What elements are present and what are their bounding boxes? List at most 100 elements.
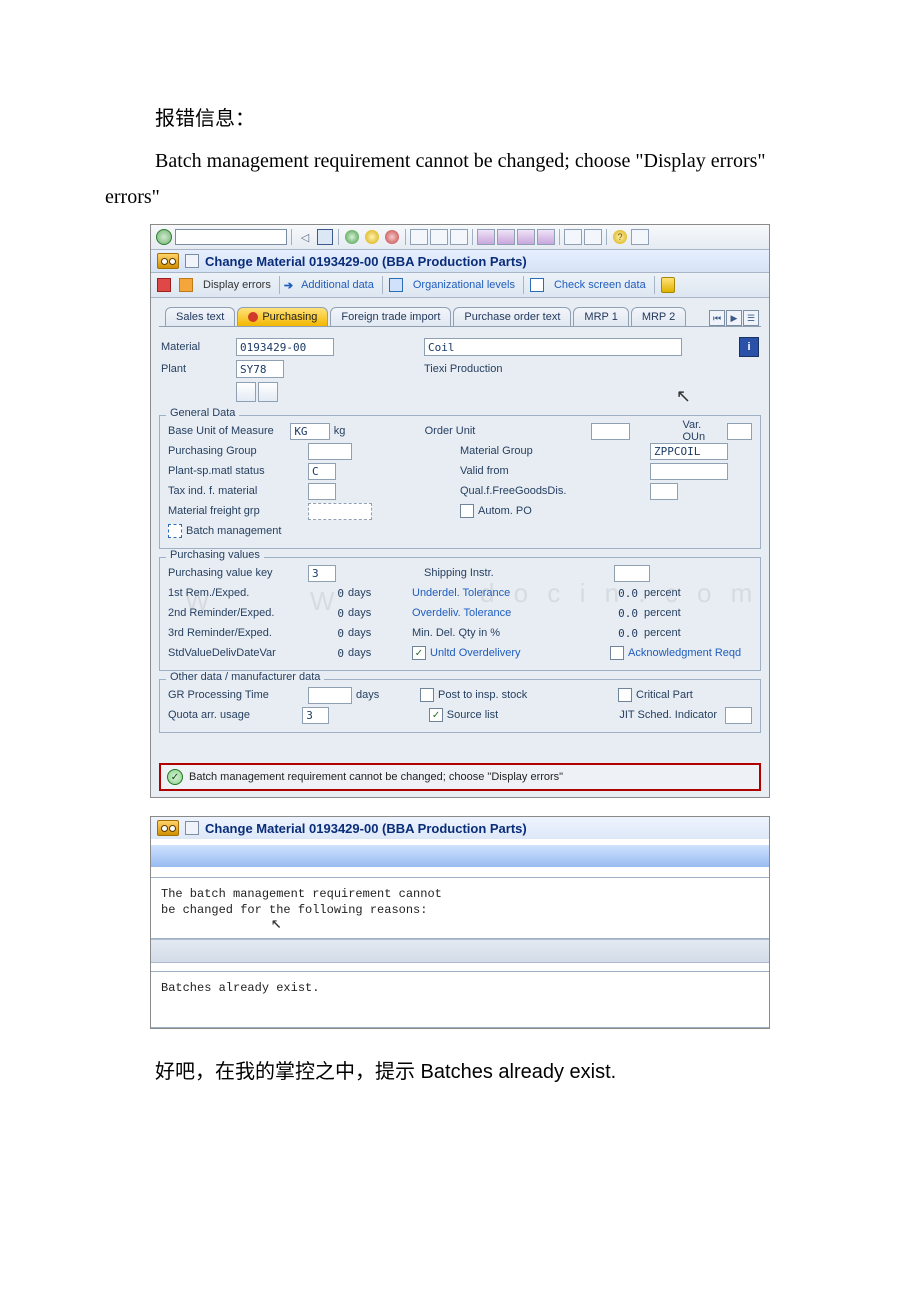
- cursor-icon: ↖: [676, 386, 691, 407]
- rem1-days: days: [344, 587, 392, 599]
- additional-data-button[interactable]: Additional data: [297, 279, 378, 291]
- tax-ind-field[interactable]: [308, 483, 336, 500]
- rem2-days: days: [344, 607, 392, 619]
- next-page-icon[interactable]: [517, 228, 535, 246]
- material-desc-field[interactable]: Coil: [424, 338, 682, 356]
- rem3-field: 0: [308, 627, 344, 640]
- quota-field[interactable]: 3: [302, 707, 329, 724]
- sap-screenshot-2: Change Material 0193429-00 (BBA Producti…: [150, 816, 770, 1029]
- prev-page-icon[interactable]: [497, 228, 515, 246]
- check-screen-button[interactable]: Check screen data: [550, 279, 650, 291]
- tab-mrp2[interactable]: MRP 2: [631, 307, 686, 326]
- gray-divider: [151, 939, 769, 963]
- other-data-group: Other data / manufacturer data GR Proces…: [159, 679, 761, 733]
- var-oun-field[interactable]: [727, 423, 752, 440]
- display-change-icon-2[interactable]: [157, 820, 179, 836]
- source-list-label: Source list: [443, 709, 620, 721]
- revision-level-icon[interactable]: [236, 382, 256, 402]
- print-icon[interactable]: [410, 228, 428, 246]
- qual-free-label: Qual.f.FreeGoodsDis.: [460, 485, 650, 497]
- qual-free-field[interactable]: [650, 483, 678, 500]
- gr-time-field[interactable]: [308, 687, 352, 704]
- tab-list-icon[interactable]: ☰: [743, 310, 759, 326]
- over-tol-label[interactable]: Overdeliv. Tolerance: [412, 607, 602, 619]
- check-screen-icon[interactable]: [528, 276, 546, 294]
- tab-strip: Sales text Purchasing Foreign trade impo…: [159, 304, 761, 327]
- quota-label: Quota arr. usage: [168, 709, 302, 721]
- order-unit-label: Order Unit: [425, 425, 591, 437]
- lock-icon[interactable]: [659, 276, 677, 294]
- general-data-legend: General Data: [166, 407, 239, 419]
- first-page-icon[interactable]: [477, 228, 495, 246]
- command-field[interactable]: [175, 229, 287, 245]
- layout-icon[interactable]: [584, 228, 602, 246]
- post-insp-checkbox[interactable]: [420, 688, 434, 702]
- tab-scroll-right-icon[interactable]: ▶: [726, 310, 742, 326]
- error-line-1: The batch management requirement cannot: [161, 886, 759, 902]
- save-icon[interactable]: [316, 228, 334, 246]
- cancel-sphere-icon[interactable]: [383, 228, 401, 246]
- find-icon[interactable]: [430, 228, 448, 246]
- info-icon[interactable]: i: [739, 337, 759, 357]
- tab-mrp1[interactable]: MRP 1: [573, 307, 628, 326]
- purch-group-field[interactable]: [308, 443, 352, 460]
- autom-po-checkbox[interactable]: [460, 504, 474, 518]
- org-levels-button[interactable]: Organizational levels: [409, 279, 519, 291]
- material-label: Material: [161, 341, 236, 353]
- purchasing-values-group: Purchasing values W W d o c i n . c o m …: [159, 557, 761, 671]
- error-line-3: Batches already exist.: [161, 980, 759, 996]
- mat-freight-label: Material freight grp: [168, 505, 308, 517]
- rem1-label: 1st Rem./Exped.: [168, 587, 308, 599]
- new-session-icon[interactable]: [564, 228, 582, 246]
- check-icon[interactable]: [155, 228, 173, 246]
- sap-window-title: Change Material 0193429-00 (BBA Producti…: [205, 254, 527, 269]
- mat-group-field[interactable]: ZPPCOIL: [650, 443, 728, 460]
- batch-mgmt-checkbox[interactable]: [168, 524, 182, 538]
- tab-sales-text[interactable]: Sales text: [165, 307, 235, 326]
- source-list-checkbox[interactable]: [429, 708, 443, 722]
- title-side-icon[interactable]: [185, 254, 199, 268]
- back-sphere-icon[interactable]: [343, 228, 361, 246]
- plant-field[interactable]: SY78: [236, 360, 284, 378]
- material-field[interactable]: 0193429-00: [236, 338, 334, 356]
- tab-foreign-trade[interactable]: Foreign trade import: [330, 307, 451, 326]
- back-icon[interactable]: ◁: [296, 228, 314, 246]
- exit-sphere-icon[interactable]: [363, 228, 381, 246]
- post-insp-label: Post to insp. stock: [434, 689, 618, 701]
- display-change-icon[interactable]: [157, 253, 179, 269]
- find-next-icon[interactable]: [450, 228, 468, 246]
- pvk-field[interactable]: 3: [308, 565, 336, 582]
- document-icon[interactable]: [258, 382, 278, 402]
- bum-field[interactable]: KG: [290, 423, 329, 440]
- title-side-icon-2[interactable]: [185, 821, 199, 835]
- last-page-icon[interactable]: [537, 228, 555, 246]
- unltd-overdel-checkbox[interactable]: [412, 646, 426, 660]
- valid-from-field[interactable]: [650, 463, 728, 480]
- ack-reqd-checkbox[interactable]: [610, 646, 624, 660]
- display-errors-button[interactable]: Display errors: [199, 279, 275, 291]
- critical-part-label: Critical Part: [632, 689, 693, 701]
- error-text-pane-2: Batches already exist.: [151, 971, 769, 1027]
- display-errors-icon[interactable]: [177, 276, 195, 294]
- mat-freight-field[interactable]: [308, 503, 372, 520]
- plant-status-field[interactable]: C: [308, 463, 336, 480]
- tab-po-text[interactable]: Purchase order text: [453, 307, 571, 326]
- ship-instr-field[interactable]: [614, 565, 650, 582]
- help-icon[interactable]: ?: [611, 228, 629, 246]
- tab-purchasing[interactable]: Purchasing: [237, 307, 328, 326]
- other-material-icon[interactable]: [155, 276, 173, 294]
- sap-window-title-2: Change Material 0193429-00 (BBA Producti…: [205, 821, 527, 836]
- under-tol-label[interactable]: Underdel. Tolerance: [412, 587, 602, 599]
- tab-scroll-first-icon[interactable]: ⏮: [709, 310, 725, 326]
- critical-part-checkbox[interactable]: [618, 688, 632, 702]
- gr-time-days: days: [352, 689, 400, 701]
- doc-error-paragraph-word: errors": [105, 178, 815, 216]
- org-levels-icon[interactable]: [387, 276, 405, 294]
- customize-icon[interactable]: [631, 228, 649, 246]
- min-qty-value: 0.0: [602, 627, 638, 640]
- header-block: Material 0193429-00 Coil i Plant SY78 Ti…: [159, 327, 761, 411]
- ship-instr-label: Shipping Instr.: [424, 567, 614, 579]
- jit-field[interactable]: [725, 707, 752, 724]
- stdval-days: days: [344, 647, 392, 659]
- order-unit-field[interactable]: [591, 423, 630, 440]
